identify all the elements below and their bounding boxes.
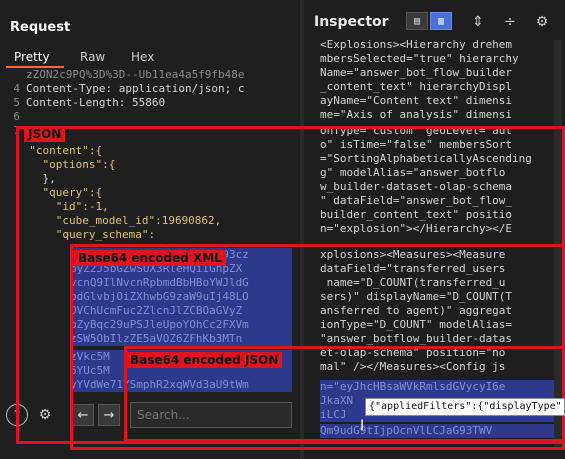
tab-pretty[interactable]: Pretty bbox=[14, 50, 50, 64]
tab-hex[interactable]: Hex bbox=[131, 50, 154, 64]
inspector-line: <Explosions><Hierarchy drehem bbox=[320, 38, 513, 51]
json-b64-label: Base64 encoded JSON bbox=[126, 352, 283, 368]
gear-icon[interactable]: ⚙ bbox=[532, 12, 552, 32]
layout-list-icon[interactable]: ▤ bbox=[406, 12, 428, 30]
code-line: 4 Content-Type: application/json; c bbox=[13, 82, 245, 95]
code-line: 6 bbox=[13, 110, 20, 123]
request-title: Request bbox=[10, 20, 71, 35]
inspector-title: Inspector bbox=[314, 14, 389, 30]
code-line: 5 Content-Length: 55860 bbox=[13, 96, 166, 109]
inspector-line: _content_text" hierarchyDispl bbox=[320, 80, 513, 93]
inspector-line: ayName="Content text" dimensi bbox=[320, 94, 513, 107]
view-tabs: Pretty Raw Hex bbox=[0, 46, 300, 68]
code-line: zZON2c9PQ%3D%3D--Ub11ea4a5f9fb48e bbox=[26, 68, 245, 81]
expand-icon[interactable]: ⇕ bbox=[468, 12, 488, 32]
tab-raw[interactable]: Raw bbox=[80, 50, 105, 64]
layout-split-icon[interactable]: ▥ bbox=[430, 12, 452, 30]
xml-label: Base64 encoded XML bbox=[74, 250, 226, 266]
json-label: JSON bbox=[24, 126, 66, 142]
collapse-icon[interactable]: ÷ bbox=[500, 12, 520, 32]
decoded-tooltip: {"appliedFilters":{"displayType":"cor bbox=[365, 398, 565, 416]
inspector-line: me="Axis of analysis" dimensi bbox=[320, 108, 513, 121]
inspector-line: Name="answer_bot_flow_builder bbox=[320, 66, 513, 79]
text-cursor-icon: I bbox=[360, 418, 365, 434]
inspector-line: mbersSelected="true" hierarchy bbox=[320, 52, 519, 65]
